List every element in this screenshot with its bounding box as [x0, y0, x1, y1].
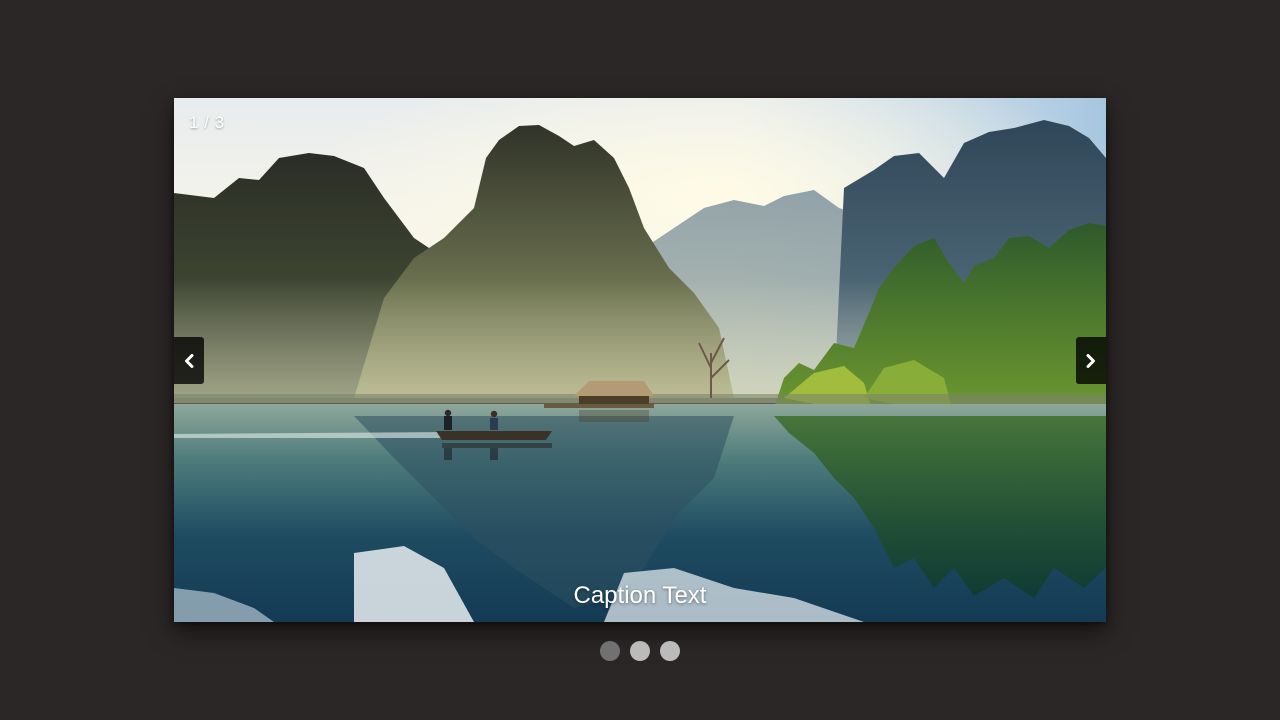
slide-counter: 1 / 3 — [189, 113, 225, 132]
slide-dot-1[interactable] — [600, 641, 620, 661]
slide-image — [174, 98, 1106, 622]
next-slide-button[interactable] — [1076, 337, 1106, 384]
prev-slide-button[interactable] — [174, 337, 204, 384]
chevron-right-icon — [1086, 353, 1095, 368]
slideshow-container: 1 / 3 Caption Text — [174, 98, 1106, 622]
slide-dot-3[interactable] — [660, 641, 680, 661]
slide-dot-2[interactable] — [630, 641, 650, 661]
chevron-left-icon — [185, 353, 194, 368]
slide-indicator-dots — [600, 641, 680, 661]
slide-caption: Caption Text — [573, 582, 707, 609]
